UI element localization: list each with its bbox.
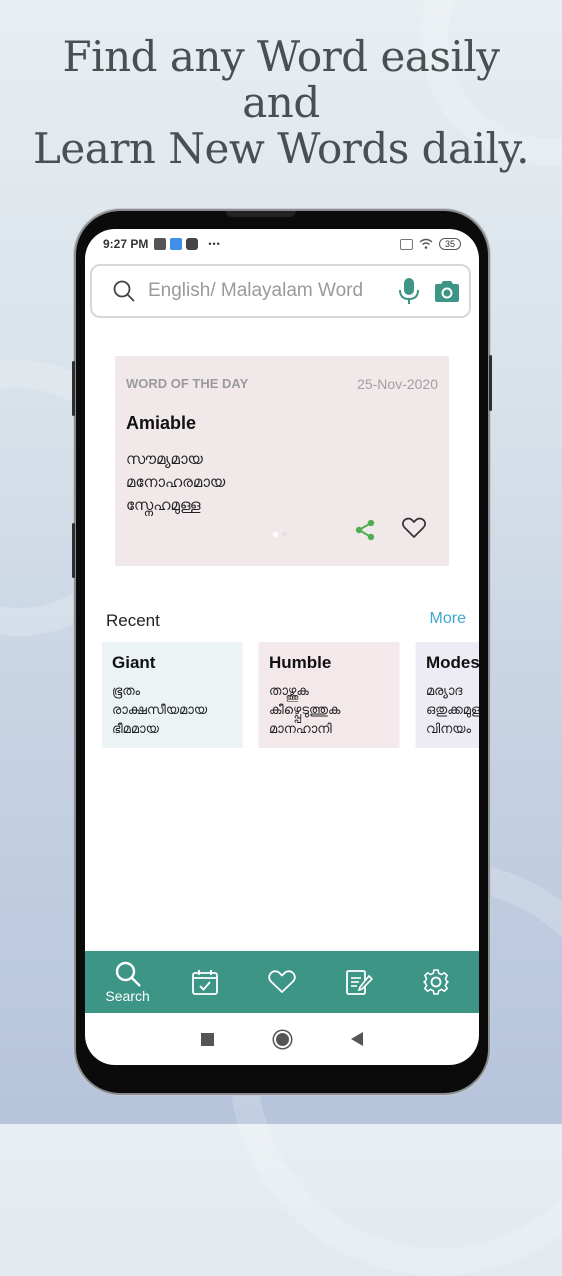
camera-icon[interactable] [433,279,461,303]
sim-icon [399,238,413,250]
headline-line-3: Learn New Words daily. [33,124,529,173]
phone-notch [226,211,296,217]
heart-icon [268,970,296,993]
carousel-dot-active [273,532,278,537]
nav-tab-search[interactable]: Search [98,960,158,1004]
bottom-navigation: Search [85,951,479,1013]
meaning: സ്നേഹമുള്ള [126,497,201,514]
nav-tab-notes[interactable] [329,968,389,996]
word-of-the-day-date: 25-Nov-2020 [357,376,438,392]
search-placeholder: English/ Malayalam Word [148,280,364,301]
meaning: ഭൂതം [112,683,141,698]
recent-words-list: Giant ഭൂതം രാക്ഷസീയമായ ഭീമമായ Humble താഴ… [102,642,479,748]
meaning: രാക്ഷസീയമായ [112,702,208,717]
more-dots-icon: ••• [208,239,221,249]
phone-side-button [72,523,75,578]
recent-word-card[interactable]: Humble താഴ്ത്തുക കീഴ്പ്പെടുത്തുക മാനഹാനി [259,642,399,748]
word-of-the-day-card[interactable]: WORD OF THE DAY 25-Nov-2020 Amiable സൗമ്… [115,356,449,566]
meaning: താഴ്ത്തുക [269,683,309,698]
recent-apps-button[interactable] [201,1032,214,1046]
recent-section-title: Recent [106,611,160,630]
recent-word-card[interactable]: Giant ഭൂതം രാക്ഷസീയമായ ഭീമമായ [102,642,242,748]
meaning: സൗമ്യമായ [126,451,203,468]
status-time: 9:27 PM [103,237,149,251]
word-of-the-day-label: WORD OF THE DAY [126,376,249,391]
word-of-the-day-word: Amiable [126,413,197,433]
meaning: മര്യാദ [426,683,463,698]
meaning: കീഴ്പ്പെടുത്തുക [269,702,341,717]
status-bar: 9:27 PM ••• 35 [85,229,479,259]
recent-word: Modest [426,653,479,672]
search-icon [115,961,141,987]
nav-tab-label: Search [105,988,150,1004]
search-icon [113,280,135,302]
recent-word: Humble [269,653,332,672]
app-icon-2 [170,238,183,250]
recent-more-link[interactable]: More [430,610,466,628]
back-button[interactable] [351,1032,363,1046]
nav-tab-settings[interactable] [406,968,466,996]
recent-word-card[interactable]: Modest മര്യാദ ഒതുക്കമുള്ള വിനയം [416,642,479,748]
gear-icon [423,969,450,995]
carousel-dot [282,532,287,537]
system-navigation-bar [85,1013,479,1065]
share-icon[interactable] [353,518,377,542]
meaning: മാനഹാനി [269,721,332,736]
headline-line-2: and [242,78,320,127]
meaning: ഭീമമായ [112,721,159,736]
headline-line-1: Find any Word easily [62,32,501,81]
youtube-icon [186,238,199,250]
app-screen: 9:27 PM ••• 35 English/ Malayalam Word W… [85,229,479,1065]
wifi-icon [419,238,433,249]
heart-icon[interactable] [401,516,427,540]
notepad-edit-icon [346,970,374,995]
calendar-check-icon [191,970,218,995]
home-button[interactable] [276,1032,289,1046]
search-input[interactable]: English/ Malayalam Word [90,264,471,318]
battery-icon: 35 [438,238,461,250]
meaning: ഒതുക്കമുള്ള [426,702,479,717]
phone-side-button [489,355,492,411]
carousel-indicator [273,532,287,537]
nav-tab-word-of-day[interactable] [175,968,235,996]
microphone-icon[interactable] [397,276,421,306]
meaning: മനോഹരമായ [126,474,226,491]
promo-headline: Find any Word easily and Learn New Words… [0,34,562,172]
phone-side-button [72,361,75,416]
recent-word: Giant [112,653,156,672]
phone-frame: 9:27 PM ••• 35 English/ Malayalam Word W… [72,211,492,1093]
word-of-the-day-meanings: സൗമ്യമായ മനോഹരമായ സ്നേഹമുള്ള [126,448,225,517]
meaning: വിനയം [426,721,472,736]
nav-tab-favorites[interactable] [252,969,312,995]
app-icon-1 [154,238,167,250]
